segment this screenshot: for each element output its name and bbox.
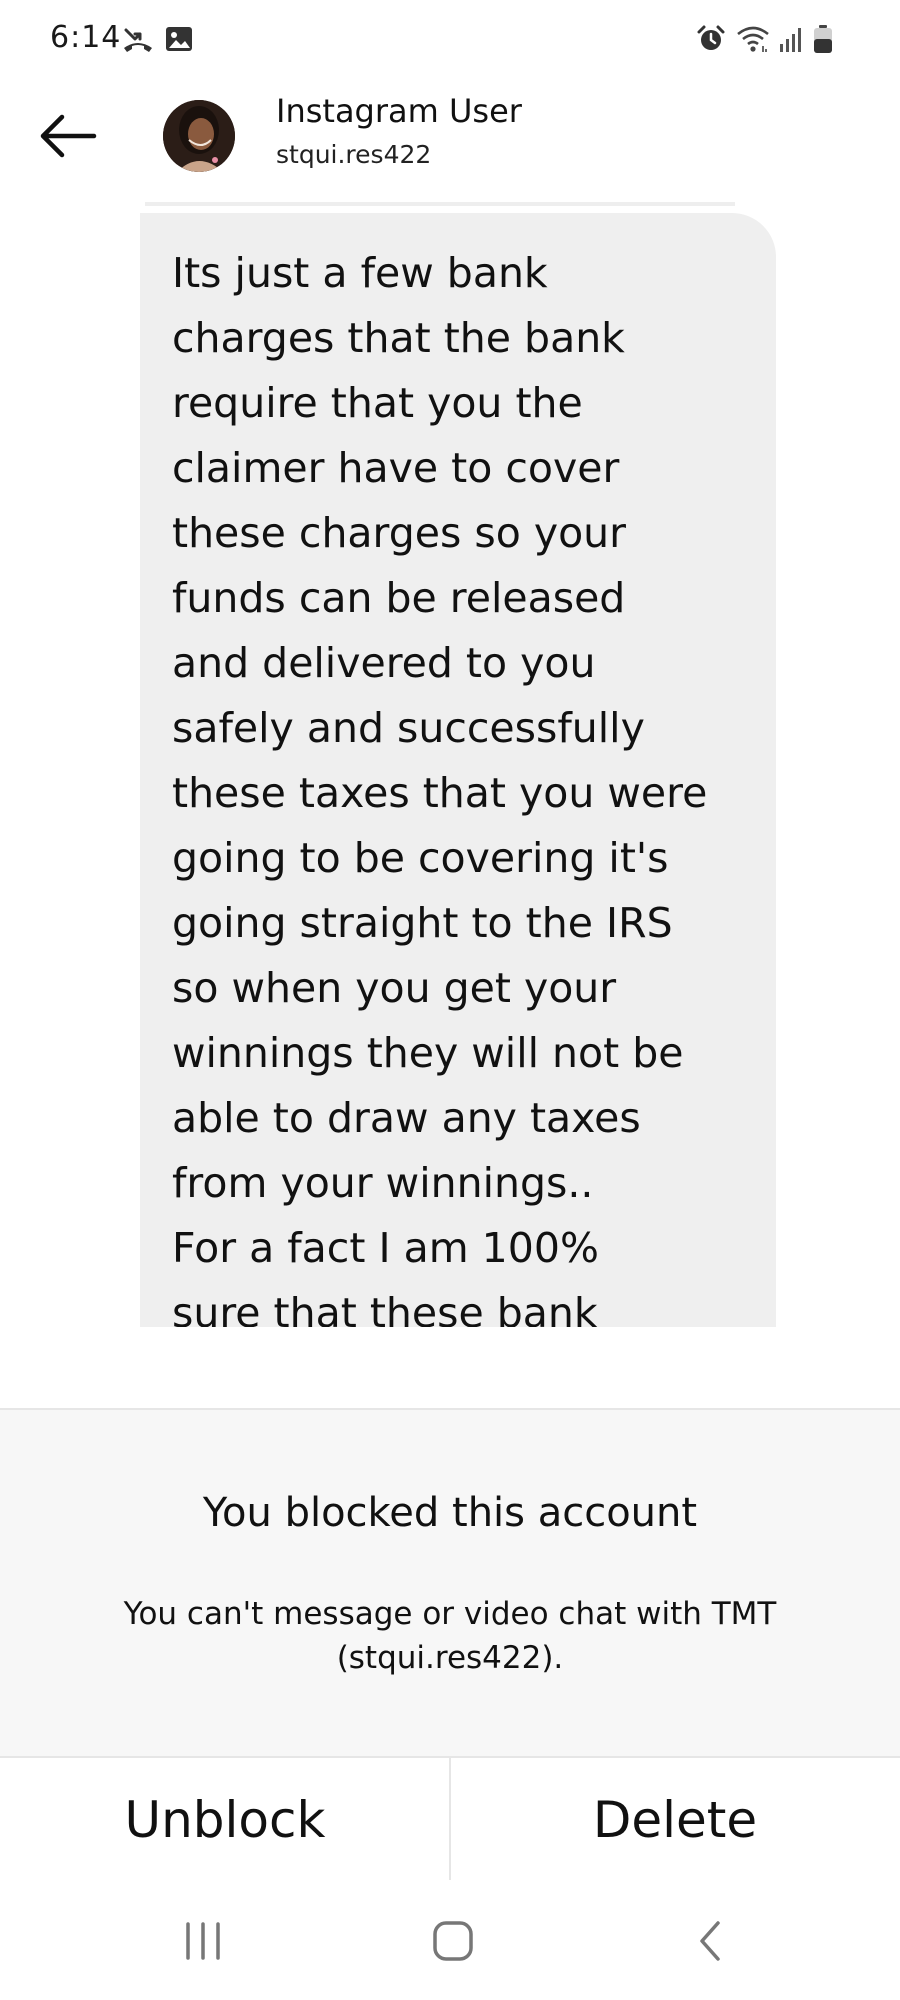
blocked-actions: Unblock Delete	[0, 1756, 900, 1882]
back-button[interactable]	[36, 104, 100, 168]
arrow-left-icon	[40, 114, 97, 158]
recent-apps-icon[interactable]	[182, 1920, 224, 1966]
gallery-icon	[164, 24, 194, 58]
message-text: Its just a few bank charges that the ban…	[172, 249, 708, 1327]
blocked-title: You blocked this account	[202, 1490, 698, 1536]
status-time: 6:14	[50, 20, 122, 55]
back-icon[interactable]	[690, 1920, 732, 1966]
conversation-header: Instagram User stqui.res422	[0, 80, 900, 206]
unblock-button[interactable]: Unblock	[0, 1758, 450, 1882]
contact-handle[interactable]: stqui.res422	[276, 140, 431, 169]
contact-name[interactable]: Instagram User	[276, 92, 522, 130]
home-icon[interactable]	[432, 1920, 474, 1966]
alarm-icon	[696, 24, 726, 58]
wifi-icon	[736, 24, 770, 58]
message-bubble[interactable]: Its just a few bank charges that the ban…	[140, 213, 776, 1327]
signal-icon	[778, 24, 806, 58]
system-nav-bar	[0, 1880, 900, 2000]
profile-photo	[163, 100, 235, 172]
status-bar: 6:14	[0, 0, 900, 80]
battery-icon	[812, 24, 834, 58]
missed-call-icon	[122, 24, 154, 58]
avatar[interactable]	[163, 100, 235, 172]
blocked-account-panel: You blocked this account You can't messa…	[0, 1408, 900, 1756]
blocked-description: You can't message or video chat with TMT…	[123, 1596, 777, 1676]
delete-button[interactable]: Delete	[450, 1758, 900, 1882]
header-divider	[145, 202, 735, 206]
